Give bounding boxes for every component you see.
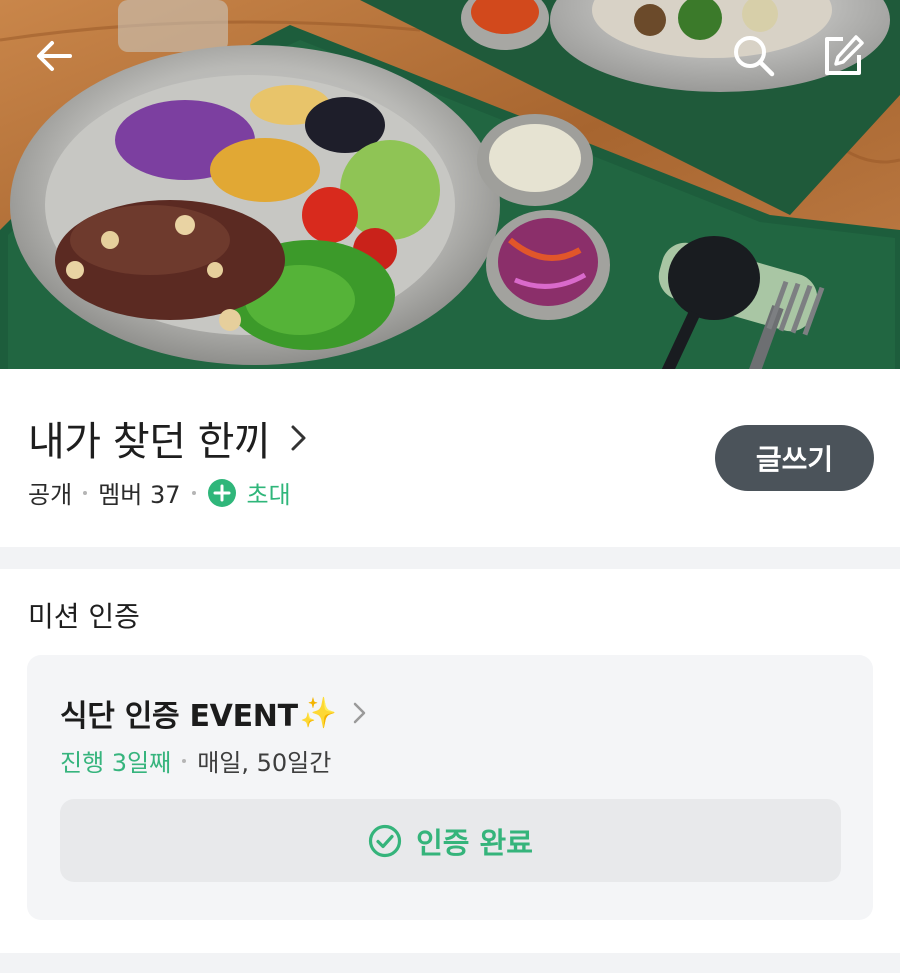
mission-section: 미션 인증 식단 인증 EVENT ✨ 진행 3일째 매일, 50일간 인증 완… (0, 569, 900, 953)
arrow-left-icon (37, 41, 72, 71)
write-post-button[interactable]: 글쓰기 (715, 425, 874, 491)
member-count: 멤버 37 (98, 481, 181, 509)
mission-title-link[interactable]: 식단 인증 EVENT ✨ (60, 691, 371, 735)
community-info: 내가 찾던 한끼 공개 멤버 37 초대 글쓰기 (0, 369, 900, 547)
separator-dot (182, 758, 187, 763)
community-title: 내가 찾던 한끼 (28, 419, 271, 465)
back-button[interactable] (26, 28, 82, 84)
mission-progress: 진행 3일째 (60, 749, 172, 777)
mission-meta: 진행 3일째 매일, 50일간 (60, 743, 331, 778)
verification-complete-button[interactable]: 인증 완료 (60, 799, 841, 882)
invite-label: 초대 (246, 481, 291, 509)
plus-circle-icon (207, 478, 236, 507)
mission-title: 식단 인증 EVENT (60, 699, 298, 734)
section-title: 미션 인증 (28, 600, 140, 633)
community-title-link[interactable]: 내가 찾던 한끼 (28, 409, 312, 467)
edit-button[interactable] (814, 28, 870, 84)
edit-square-icon (825, 35, 864, 75)
invite-button[interactable]: 초대 (207, 475, 291, 510)
chevron-right-icon (291, 425, 306, 451)
cover-photo (0, 0, 900, 369)
check-circle-icon (368, 824, 402, 857)
mission-card: 식단 인증 EVENT ✨ 진행 3일째 매일, 50일간 인증 완료 (27, 655, 873, 920)
visibility-label: 공개 (28, 481, 73, 509)
separator-dot (191, 490, 196, 495)
chevron-right-icon (353, 702, 366, 724)
section-divider (0, 547, 900, 569)
search-icon (734, 36, 775, 77)
mission-schedule: 매일, 50일간 (197, 749, 332, 777)
separator-dot (83, 490, 88, 495)
sparkles-icon: ✨ (299, 695, 338, 731)
verification-label: 인증 완료 (416, 825, 533, 860)
community-meta: 공개 멤버 37 초대 (28, 475, 291, 510)
search-button[interactable] (726, 28, 782, 84)
section-divider (0, 953, 900, 973)
